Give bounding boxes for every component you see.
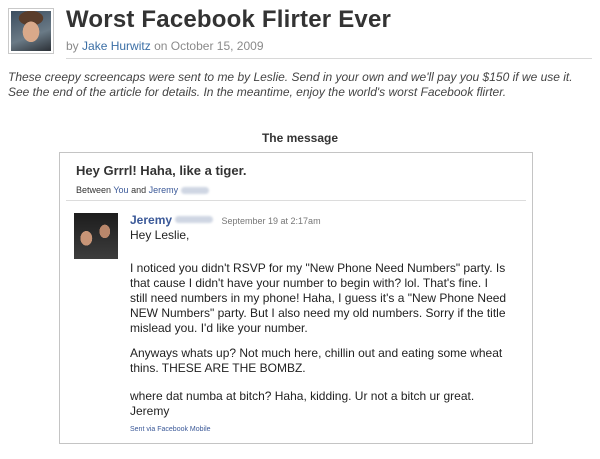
- article-header: Worst Facebook Flirter Ever by Jake Hurw…: [8, 6, 592, 60]
- byline-on: on: [154, 39, 168, 53]
- article-intro: These creepy screencaps were sent to me …: [8, 70, 573, 99]
- message-meta: Jeremy September 19 at 2:17am: [130, 211, 321, 229]
- sender-avatar[interactable]: [74, 213, 118, 259]
- between-prefix: Between: [76, 185, 112, 195]
- author-link[interactable]: Jake Hurwitz: [82, 39, 151, 53]
- message-participants: Between You and Jeremy: [76, 185, 210, 195]
- section-heading: The message: [261, 131, 339, 145]
- message-paragraph: Anyways whats up? Not much here, chillin…: [130, 346, 503, 375]
- participant-you[interactable]: You: [113, 185, 128, 195]
- sender-name[interactable]: Jeremy: [130, 213, 172, 227]
- message-subject: Hey Grrrl! Haha, like a tiger.: [76, 163, 247, 178]
- message-divider: [66, 200, 526, 201]
- message-timestamp: September 19 at 2:17am: [221, 216, 321, 226]
- participant-other[interactable]: Jeremy: [149, 185, 179, 195]
- redacted-surname: [181, 187, 210, 195]
- between-and: and: [131, 185, 147, 195]
- message-paragraph: I noticed you didn't RSVP for my "New Ph…: [130, 261, 507, 335]
- article-byline: by Jake Hurwitz on October 15, 2009: [66, 39, 264, 53]
- message-paragraph: where dat numba at bitch? Haha, kidding.…: [130, 389, 475, 418]
- header-divider: [66, 58, 592, 59]
- sent-via-link[interactable]: Sent via Facebook Mobile: [130, 426, 211, 433]
- redacted-sender-surname: [175, 216, 214, 224]
- byline-prefix: by: [66, 39, 79, 53]
- author-photo-image: [11, 11, 51, 51]
- article-date: October 15, 2009: [170, 39, 264, 53]
- author-avatar[interactable]: [8, 8, 54, 54]
- facebook-message-screencap: Hey Grrrl! Haha, like a tiger. Between Y…: [59, 152, 533, 444]
- message-greeting: Hey Leslie,: [130, 228, 190, 242]
- article-title: Worst Facebook Flirter Ever: [66, 6, 392, 33]
